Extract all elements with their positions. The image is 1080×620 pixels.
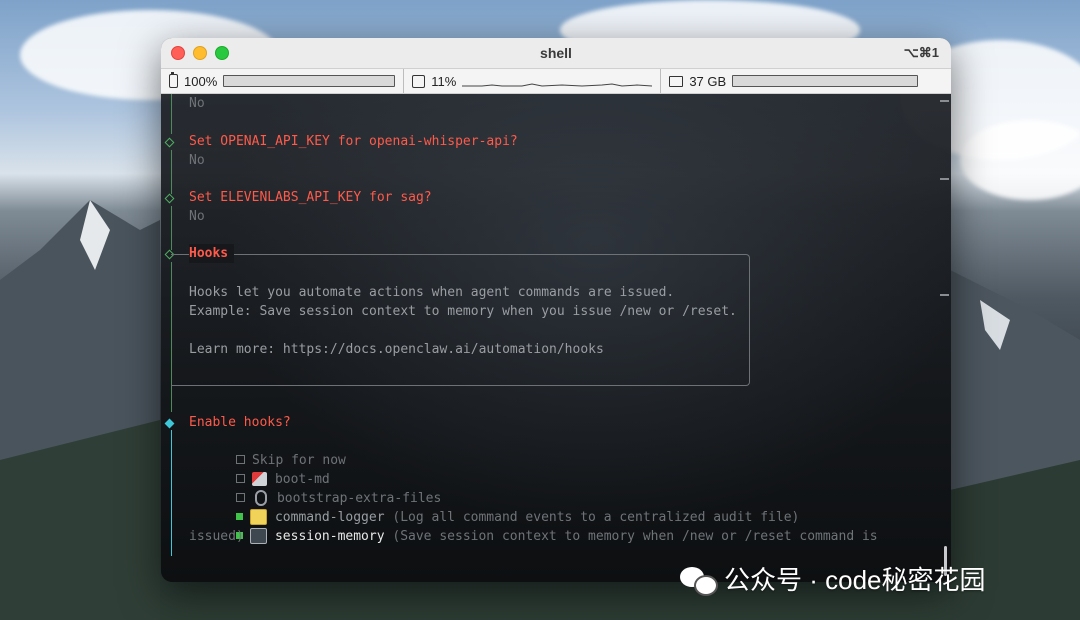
step-marker-icon (164, 137, 175, 148)
memory-status: 37 GB (660, 69, 926, 93)
watermark-text: 公众号 · code秘密花园 (724, 565, 986, 595)
memory-bar (732, 75, 919, 87)
prompt-enable-hooks: Enable hooks? (189, 415, 291, 430)
window-shortcut: ⌥⌘1 (903, 45, 939, 60)
answer-openai-key: No (189, 153, 205, 168)
gutter-line (171, 94, 172, 134)
memory-label: 37 GB (689, 73, 727, 89)
floppy-disk-icon (249, 527, 267, 544)
status-bar: 100% 11% 37 GB (161, 68, 951, 94)
terminal-output[interactable]: No Set OPENAI_API_KEY for openai-whisper… (161, 94, 951, 582)
wechat-logo-icon (680, 565, 718, 596)
active-step-icon (164, 418, 175, 429)
watermark: 公众号 · code秘密花园 (680, 560, 986, 597)
hooks-learn-more: Learn more: https://docs.openclaw.ai/aut… (189, 342, 604, 357)
battery-bar (223, 75, 396, 87)
question-openai-key: Set OPENAI_API_KEY for openai-whisper-ap… (189, 134, 518, 149)
hooks-example: Example: Save session context to memory … (189, 304, 737, 319)
cpu-status: 11% (403, 69, 660, 93)
battery-icon (169, 72, 178, 88)
window-title: shell (540, 45, 572, 61)
gutter-line-active (171, 430, 172, 556)
hooks-title: Hooks (189, 244, 235, 263)
cpu-sparkline (462, 83, 653, 87)
terminal-window: shell ⌥⌘1 100% 11% 37 GB No Set OPENAI_A… (161, 38, 951, 582)
scroll-marker (940, 178, 949, 180)
option-description-continued: issued) (189, 529, 244, 544)
battery-label: 100% (184, 73, 218, 89)
battery-status: 100% (161, 69, 403, 93)
gutter-line (171, 150, 172, 194)
gutter-line (171, 206, 172, 250)
option-description: (Save session context to memory when /ne… (392, 529, 878, 544)
question-elevenlabs-key: Set ELEVENLABS_API_KEY for sag? (189, 190, 432, 205)
battery-bar-fill (224, 76, 395, 86)
previous-answer: No (189, 96, 205, 111)
step-marker-icon (164, 193, 175, 204)
hooks-description: Hooks let you automate actions when agen… (189, 285, 675, 300)
answer-elevenlabs-key: No (189, 209, 205, 224)
cpu-label: 11% (431, 73, 457, 89)
memory-icon (669, 75, 684, 87)
option-label: session-memory (274, 529, 385, 544)
option-session-memory[interactable]: session-memory (Save session context to … (189, 508, 878, 565)
scroll-marker (940, 100, 949, 102)
scroll-marker (940, 294, 949, 296)
cpu-icon (412, 74, 426, 88)
title-bar: shell ⌥⌘1 (161, 38, 951, 68)
